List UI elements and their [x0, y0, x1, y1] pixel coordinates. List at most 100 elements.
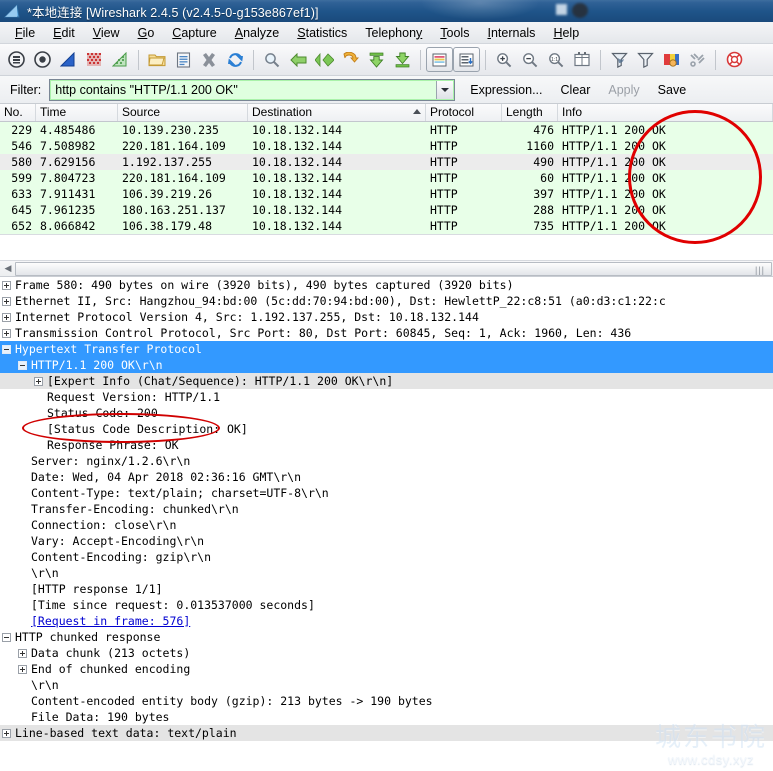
- resize-columns-icon[interactable]: [569, 47, 595, 73]
- menu-go[interactable]: Go: [129, 24, 164, 42]
- menu-internals[interactable]: Internals: [478, 24, 544, 42]
- reload-file-icon[interactable]: [222, 47, 248, 73]
- table-row-selected[interactable]: 580 7.629156 1.192.137.255 10.18.132.144…: [0, 154, 773, 170]
- preferences-icon[interactable]: [684, 47, 710, 73]
- filter-input-wrapper[interactable]: [49, 78, 456, 101]
- detail-tree-row[interactable]: Vary: Accept-Encoding\r\n: [0, 533, 773, 549]
- detail-tree-row[interactable]: Connection: close\r\n: [0, 517, 773, 533]
- detail-tree-row[interactable]: Transfer-Encoding: chunked\r\n: [0, 501, 773, 517]
- detail-tree-row[interactable]: Hypertext Transfer Protocol: [0, 341, 773, 357]
- go-last-packet-icon[interactable]: [389, 47, 415, 73]
- detail-tree-row[interactable]: Server: nginx/1.2.6\r\n: [0, 453, 773, 469]
- stop-capture-icon[interactable]: [81, 47, 107, 73]
- go-forward-icon[interactable]: [311, 47, 337, 73]
- column-header-no[interactable]: No.: [0, 104, 36, 121]
- find-packet-icon[interactable]: [259, 47, 285, 73]
- zoom-out-icon[interactable]: [517, 47, 543, 73]
- detail-tree-row[interactable]: Content-Type: text/plain; charset=UTF-8\…: [0, 485, 773, 501]
- detail-tree-row[interactable]: [Expert Info (Chat/Sequence): HTTP/1.1 2…: [0, 373, 773, 389]
- menu-telephony[interactable]: Telephony: [356, 24, 431, 42]
- detail-tree-row[interactable]: File Data: 190 bytes: [0, 709, 773, 725]
- table-row[interactable]: 633 7.911431 106.39.219.26 10.18.132.144…: [0, 186, 773, 202]
- table-row[interactable]: 652 8.066842 106.38.179.48 10.18.132.144…: [0, 218, 773, 234]
- colorize-icon[interactable]: [426, 47, 453, 72]
- menu-file[interactable]: File: [6, 24, 44, 42]
- scrollbar-thumb[interactable]: |||: [15, 261, 772, 276]
- detail-tree-row[interactable]: Date: Wed, 04 Apr 2018 02:36:16 GMT\r\n: [0, 469, 773, 485]
- table-row[interactable]: 229 4.485486 10.139.230.235 10.18.132.14…: [0, 122, 773, 138]
- detail-tree-row[interactable]: [Request in frame: 576]: [0, 613, 773, 629]
- detail-tree-row[interactable]: Transmission Control Protocol, Src Port:…: [0, 325, 773, 341]
- start-capture-icon[interactable]: [55, 47, 81, 73]
- detail-tree-row[interactable]: \r\n: [0, 565, 773, 581]
- display-filters-icon[interactable]: [632, 47, 658, 73]
- detail-tree-row[interactable]: Content-Encoding: gzip\r\n: [0, 549, 773, 565]
- column-header-protocol[interactable]: Protocol: [426, 104, 502, 121]
- table-row[interactable]: 546 7.508982 220.181.164.109 10.18.132.1…: [0, 138, 773, 154]
- menu-view[interactable]: View: [84, 24, 129, 42]
- save-file-icon[interactable]: [170, 47, 196, 73]
- packet-list-pane[interactable]: No. Time Source Destination Protocol Len…: [0, 104, 773, 235]
- menu-statistics[interactable]: Statistics: [288, 24, 356, 42]
- expression-button[interactable]: Expression...: [461, 81, 551, 99]
- expand-plus-icon[interactable]: [34, 376, 43, 386]
- detail-tree-row[interactable]: [Status Code Description: OK]: [0, 421, 773, 437]
- expand-plus-icon[interactable]: [2, 280, 11, 290]
- scroll-left-arrow-icon[interactable]: ◀: [1, 261, 15, 276]
- collapse-minus-icon[interactable]: [2, 632, 11, 642]
- expand-plus-icon[interactable]: [18, 664, 27, 674]
- column-header-source[interactable]: Source: [118, 104, 248, 121]
- coloring-rules-icon[interactable]: [658, 47, 684, 73]
- capture-filters-icon[interactable]: [606, 47, 632, 73]
- table-row[interactable]: 645 7.961235 180.163.251.137 10.18.132.1…: [0, 202, 773, 218]
- detail-tree-row[interactable]: Request Version: HTTP/1.1: [0, 389, 773, 405]
- restart-capture-icon[interactable]: [107, 47, 133, 73]
- detail-tree-row[interactable]: [Time since request: 0.013537000 seconds…: [0, 597, 773, 613]
- column-header-length[interactable]: Length: [502, 104, 558, 121]
- save-filter-button[interactable]: Save: [649, 81, 696, 99]
- open-file-icon[interactable]: [144, 47, 170, 73]
- detail-tree-row[interactable]: Frame 580: 490 bytes on wire (3920 bits)…: [0, 277, 773, 293]
- column-header-destination[interactable]: Destination: [248, 104, 426, 121]
- expand-plus-icon[interactable]: [18, 648, 27, 658]
- collapse-minus-icon[interactable]: [18, 360, 27, 370]
- display-filter-input[interactable]: [51, 80, 437, 99]
- column-header-time[interactable]: Time: [36, 104, 118, 121]
- capture-options-icon[interactable]: [29, 47, 55, 73]
- detail-tree-row[interactable]: \r\n: [0, 677, 773, 693]
- detail-tree-row[interactable]: HTTP/1.1 200 OK\r\n: [0, 357, 773, 373]
- go-to-packet-icon[interactable]: [337, 47, 363, 73]
- auto-scroll-icon[interactable]: [453, 47, 480, 72]
- detail-tree-row-label[interactable]: [Request in frame: 576]: [31, 613, 190, 629]
- go-first-packet-icon[interactable]: [363, 47, 389, 73]
- table-row[interactable]: 599 7.804723 220.181.164.109 10.18.132.1…: [0, 170, 773, 186]
- detail-tree-row[interactable]: End of chunked encoding: [0, 661, 773, 677]
- detail-tree-row[interactable]: Line-based text data: text/plain: [0, 725, 773, 741]
- horizontal-scrollbar[interactable]: ◀ |||: [0, 260, 773, 277]
- menu-tools[interactable]: Tools: [431, 24, 478, 42]
- interfaces-icon[interactable]: [3, 47, 29, 73]
- expand-plus-icon[interactable]: [2, 728, 11, 738]
- detail-tree-row[interactable]: [HTTP response 1/1]: [0, 581, 773, 597]
- go-back-icon[interactable]: [285, 47, 311, 73]
- detail-tree-row[interactable]: Content-encoded entity body (gzip): 213 …: [0, 693, 773, 709]
- zoom-in-icon[interactable]: [491, 47, 517, 73]
- detail-tree-row[interactable]: Data chunk (213 octets): [0, 645, 773, 661]
- detail-tree-row[interactable]: Ethernet II, Src: Hangzhou_94:bd:00 (5c:…: [0, 293, 773, 309]
- zoom-reset-icon[interactable]: 1:1: [543, 47, 569, 73]
- detail-tree-row[interactable]: Status Code: 200: [0, 405, 773, 421]
- detail-tree-row[interactable]: Response Phrase: OK: [0, 437, 773, 453]
- collapse-minus-icon[interactable]: [2, 344, 11, 354]
- close-file-icon[interactable]: [196, 47, 222, 73]
- menu-analyze[interactable]: Analyze: [226, 24, 288, 42]
- column-header-info[interactable]: Info: [558, 104, 773, 121]
- filter-history-dropdown[interactable]: [436, 80, 454, 99]
- help-icon[interactable]: [721, 47, 747, 73]
- detail-tree-row[interactable]: Internet Protocol Version 4, Src: 1.192.…: [0, 309, 773, 325]
- clear-filter-button[interactable]: Clear: [552, 81, 600, 99]
- menu-help[interactable]: Help: [544, 24, 588, 42]
- menu-edit[interactable]: Edit: [44, 24, 84, 42]
- menu-capture[interactable]: Capture: [163, 24, 225, 42]
- detail-tree-row[interactable]: HTTP chunked response: [0, 629, 773, 645]
- apply-filter-button[interactable]: Apply: [599, 81, 648, 99]
